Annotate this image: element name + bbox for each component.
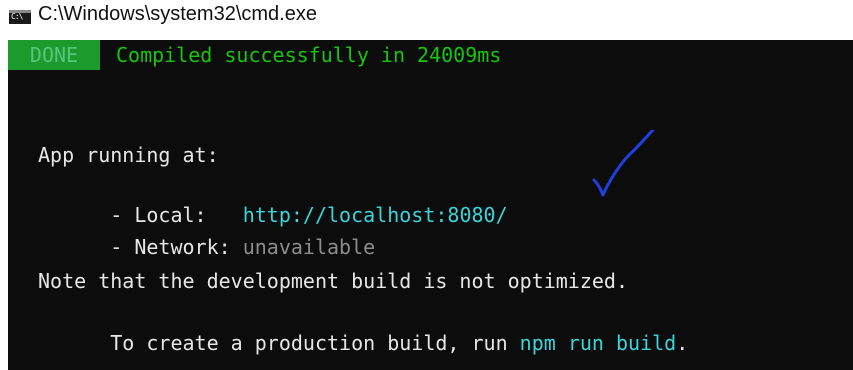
create-suffix: . bbox=[676, 331, 689, 355]
compiled-message: Compiled successfully in 24009ms bbox=[116, 43, 502, 67]
title-bar[interactable]: C:\ C:\Windows\system32\cmd.exe bbox=[0, 0, 853, 40]
checkmark-stroke bbox=[592, 130, 655, 197]
console-output[interactable]: DONE Compiled successfully in 24009ms Ap… bbox=[8, 40, 853, 370]
cmd-window: C:\ C:\Windows\system32\cmd.exe DONE Com… bbox=[0, 0, 853, 370]
network-label: - Network: bbox=[110, 235, 243, 259]
handwritten-checkmark-icon bbox=[592, 130, 655, 197]
done-badge: DONE bbox=[8, 40, 100, 70]
note-line: Note that the development build is not o… bbox=[38, 269, 629, 293]
app-running-line: App running at: bbox=[38, 143, 219, 167]
create-prefix: To create a production build, run bbox=[110, 331, 520, 355]
cmd-icon: C:\ bbox=[9, 10, 31, 24]
npm-run-build-command[interactable]: npm run build bbox=[520, 331, 677, 355]
cmd-icon-text: C:\ bbox=[11, 12, 23, 21]
create-build-line: To create a production build, run npm ru… bbox=[38, 298, 688, 370]
window-title: C:\Windows\system32\cmd.exe bbox=[38, 3, 317, 25]
network-value: unavailable bbox=[242, 235, 376, 259]
